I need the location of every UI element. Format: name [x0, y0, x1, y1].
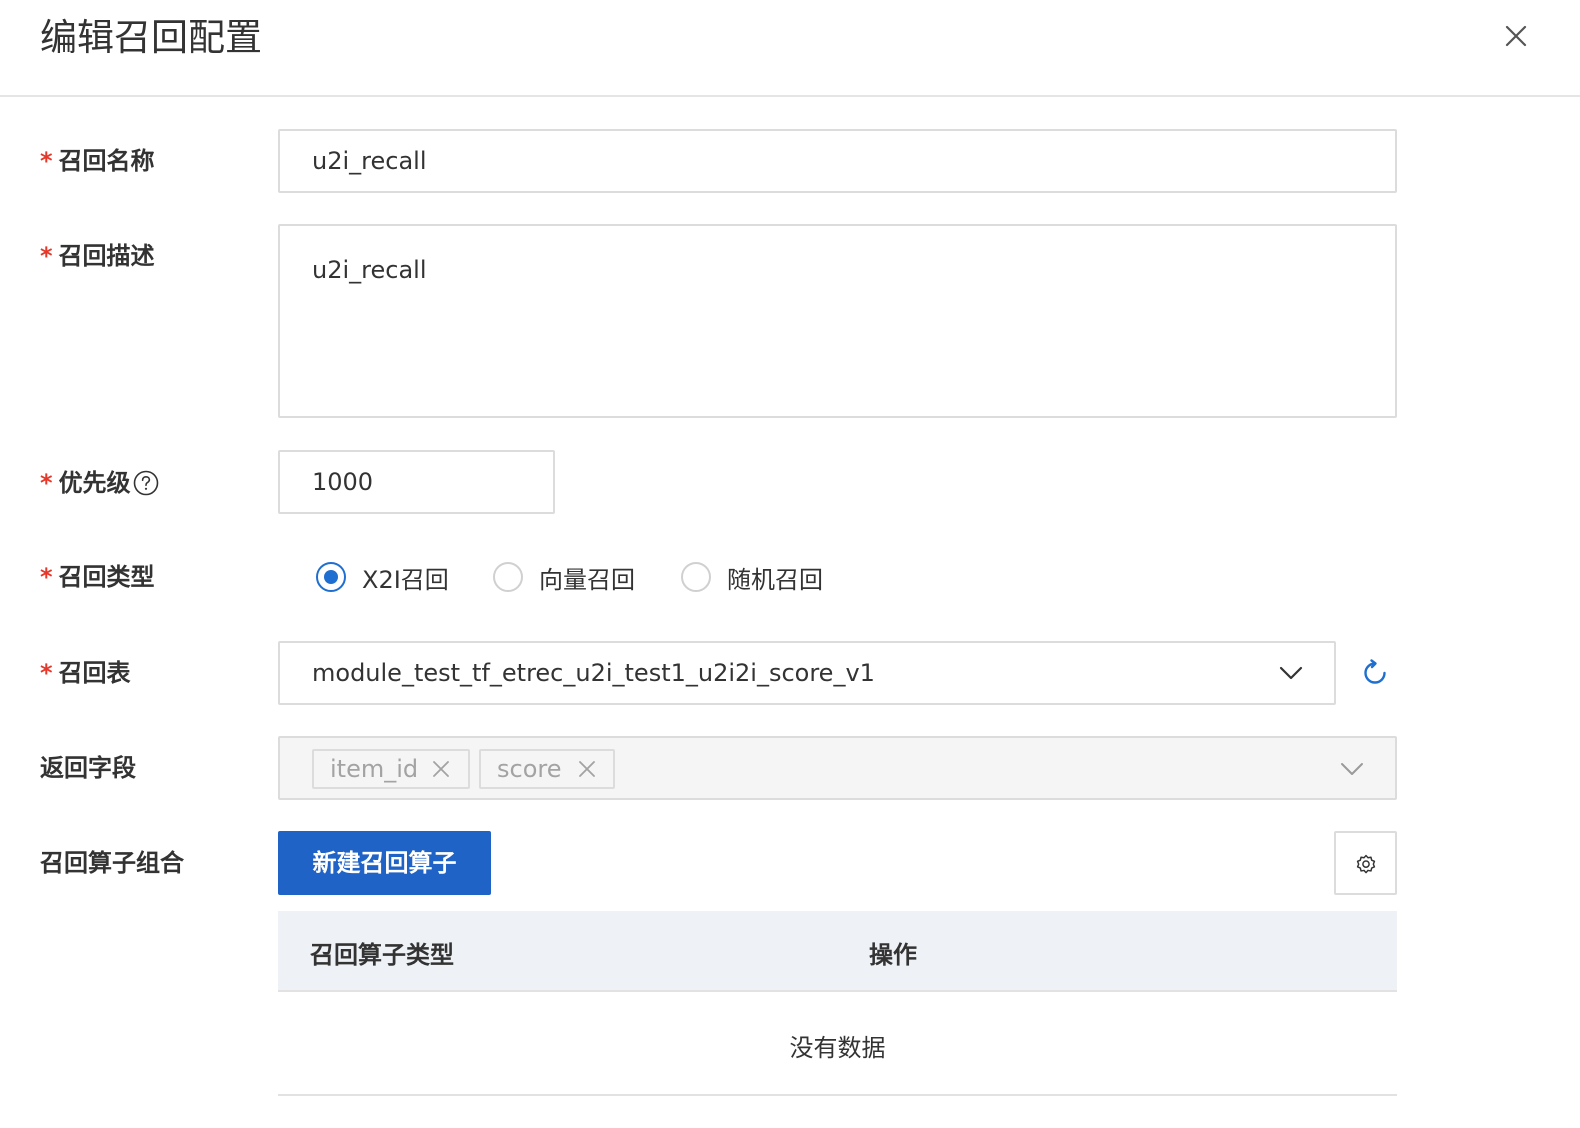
recall-table-label: * 召回表 [40, 659, 131, 687]
dialog-title: 编辑召回配置 [40, 16, 262, 59]
recall-table-select[interactable]: module_test_tf_etrec_u2i_test1_u2i2i_sco… [278, 641, 1336, 705]
required-mark: * [40, 563, 53, 591]
return-fields-label: 返回字段 [40, 754, 136, 782]
close-button[interactable] [1498, 18, 1534, 54]
recall-type-label: * 召回类型 [40, 563, 155, 591]
radio-random[interactable]: 随机召回 [681, 561, 823, 594]
column-header-operator-type: 召回算子类型 [310, 941, 454, 969]
field-tag: item_id [312, 749, 470, 789]
field-tag: score [479, 749, 615, 789]
return-fields-select[interactable]: item_id score [278, 736, 1397, 800]
priority-input[interactable]: 1000 [278, 450, 555, 514]
chevron-down-icon[interactable] [1278, 660, 1304, 686]
radio-button[interactable] [681, 562, 711, 592]
recall-desc-label: * 召回描述 [40, 242, 155, 270]
column-header-actions: 操作 [869, 941, 917, 969]
radio-button[interactable] [493, 562, 523, 592]
required-mark: * [40, 242, 53, 270]
chevron-down-icon[interactable] [1339, 756, 1365, 782]
dialog-header: 编辑召回配置 [0, 0, 1580, 97]
radio-vector[interactable]: 向量召回 [493, 561, 635, 594]
operator-table-header: 召回算子类型 操作 [278, 911, 1397, 992]
settings-icon [1356, 854, 1376, 874]
table-divider [278, 1094, 1397, 1096]
radio-button-checked[interactable] [316, 562, 346, 592]
operator-combo-label: 召回算子组合 [40, 849, 184, 877]
required-mark: * [40, 469, 53, 497]
tag-close-icon[interactable] [432, 760, 450, 778]
tag-close-icon[interactable] [578, 760, 596, 778]
refresh-icon[interactable] [1360, 658, 1390, 688]
recall-name-input[interactable]: u2i_recall [278, 129, 1397, 193]
edit-recall-dialog: 编辑召回配置 * 召回名称 u2i_recall * 召回描述 u2i_recall… [0, 0, 1580, 1128]
required-mark: * [40, 147, 53, 175]
table-empty-text: 没有数据 [789, 1034, 886, 1062]
required-mark: * [40, 659, 53, 687]
priority-label: * 优先级 [40, 467, 159, 499]
close-icon [1505, 25, 1527, 47]
new-recall-operator-button[interactable]: 新建召回算子 [278, 831, 491, 895]
help-icon[interactable] [133, 470, 159, 496]
recall-desc-textarea[interactable]: u2i_recall [278, 224, 1397, 418]
radio-x2i[interactable]: X2I召回 [316, 561, 449, 594]
recall-name-label: * 召回名称 [40, 147, 155, 175]
table-settings-button[interactable] [1334, 831, 1397, 895]
recall-table-value: module_test_tf_etrec_u2i_test1_u2i2i_sco… [312, 659, 875, 687]
